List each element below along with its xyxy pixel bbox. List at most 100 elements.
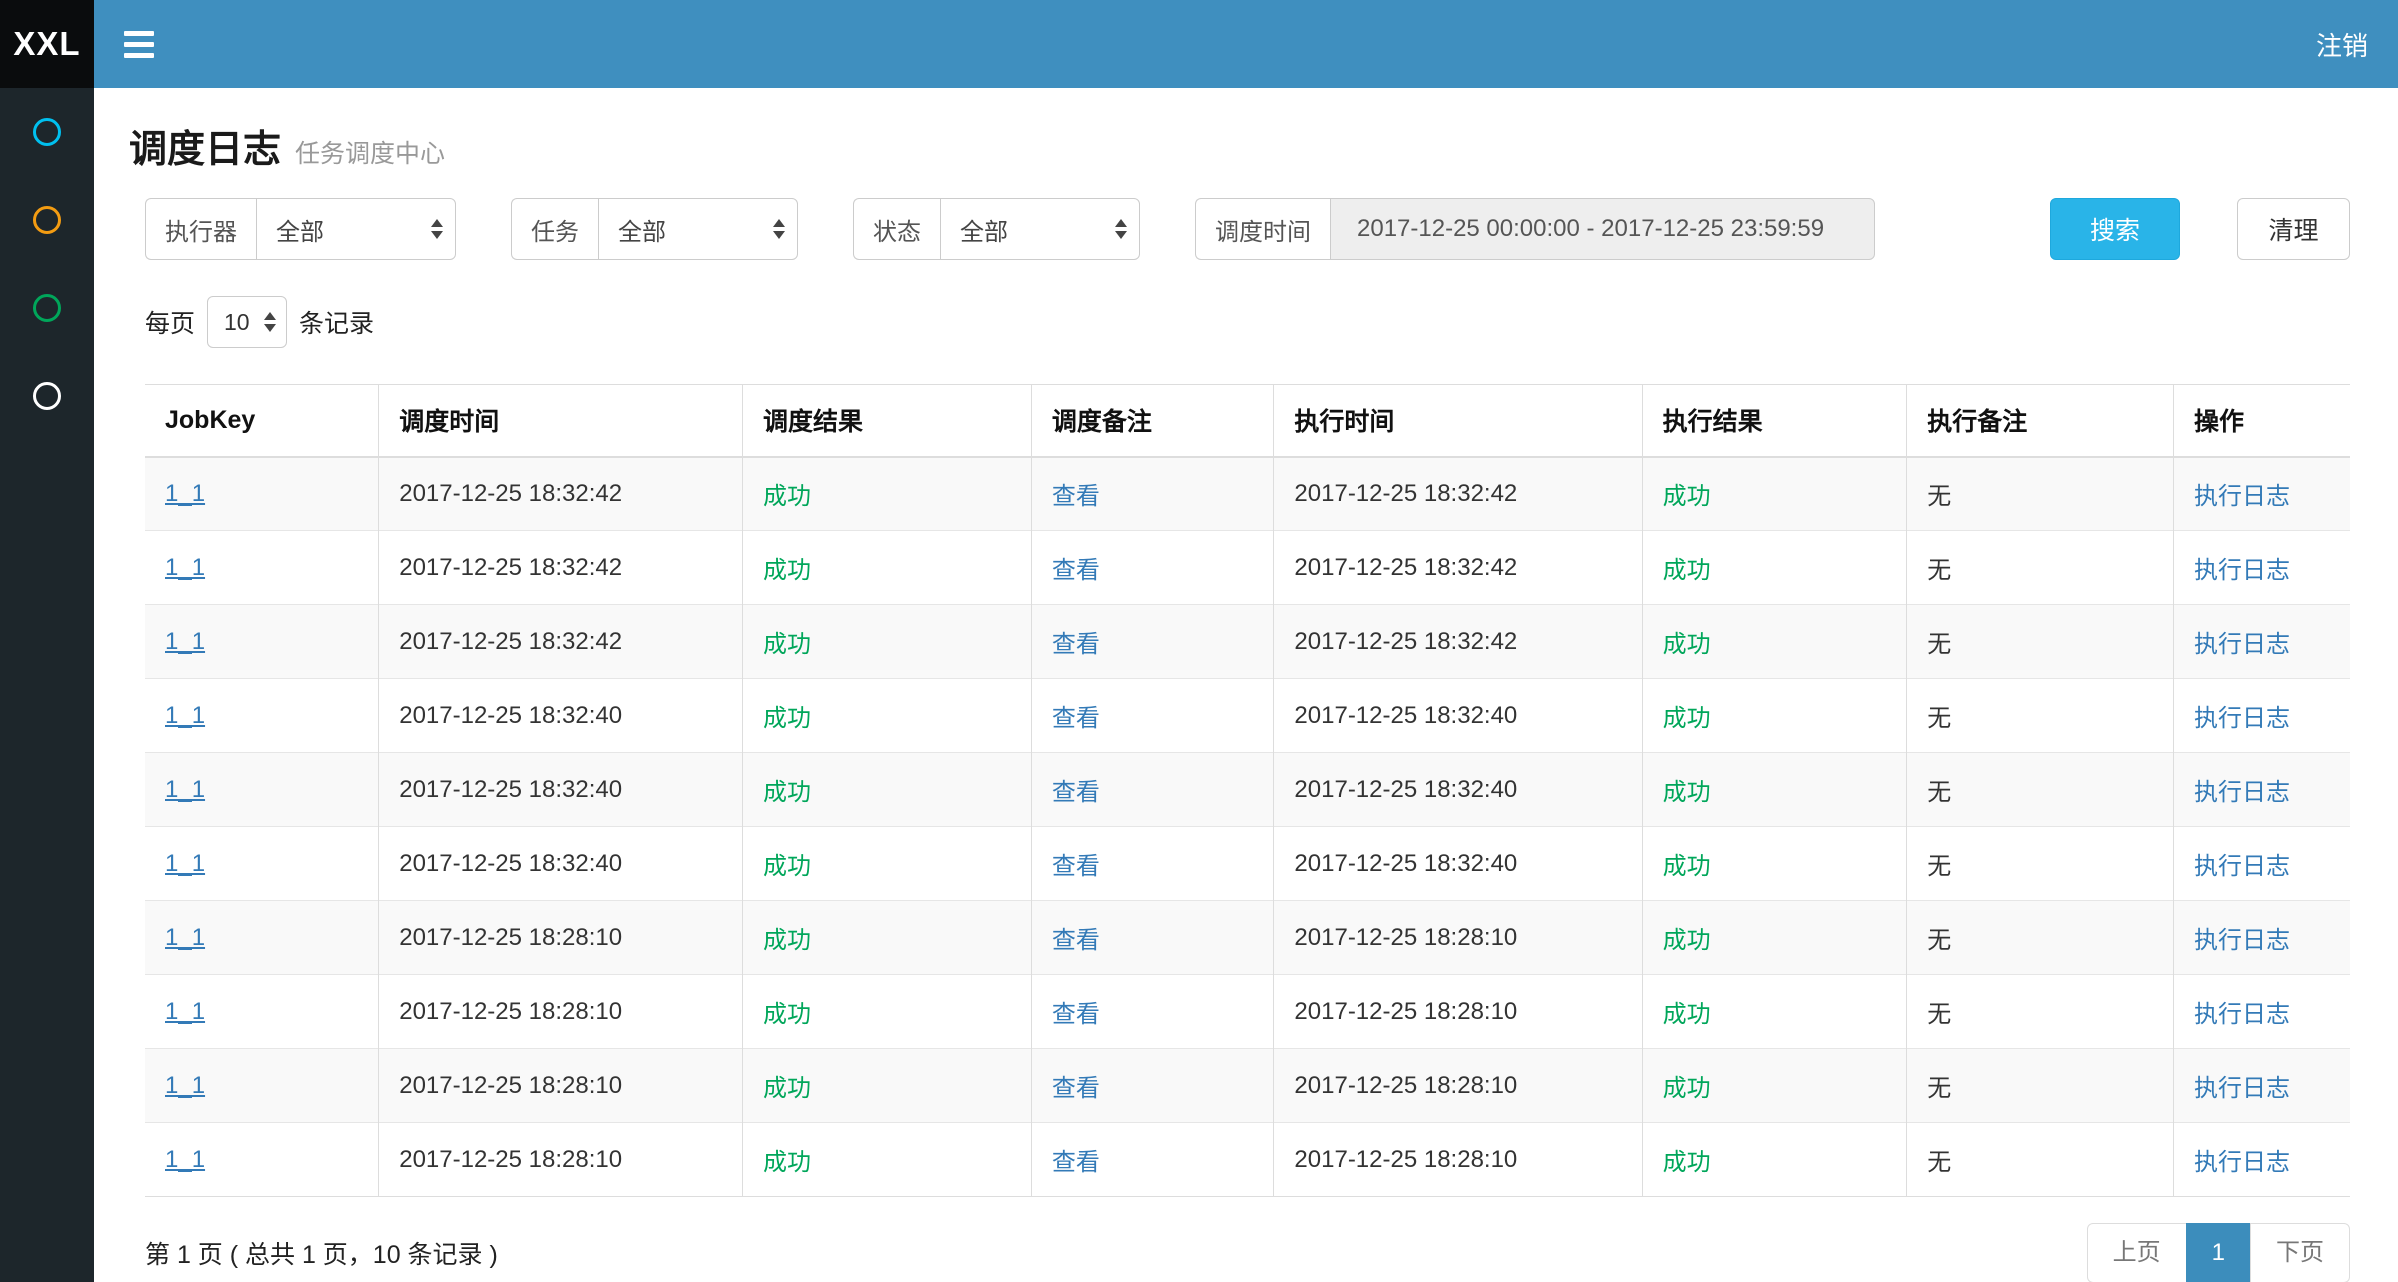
- exec-log-link[interactable]: 执行日志: [2194, 483, 2290, 510]
- jobkey-link[interactable]: 1_1: [165, 998, 205, 1025]
- handle-result-cell: 成功: [1642, 1123, 1907, 1197]
- col-trigger-msg: 调度备注: [1031, 385, 1274, 457]
- jobkey-link[interactable]: 1_1: [165, 1072, 205, 1099]
- trigger-msg-link[interactable]: 查看: [1052, 779, 1100, 806]
- trigger-time-cell: 2017-12-25 18:32:42: [379, 457, 743, 531]
- page-1-button[interactable]: 1: [2186, 1223, 2251, 1282]
- jobkey-link[interactable]: 1_1: [165, 554, 205, 581]
- table-footer: 第 1 页 ( 总共 1 页，10 条记录 ) 上页 1 下页: [145, 1223, 2350, 1282]
- handle-msg-cell: 无: [1907, 1049, 2174, 1123]
- trigger-time-cell: 2017-12-25 18:32:42: [379, 531, 743, 605]
- page-summary: 第 1 页 ( 总共 1 页，10 条记录 ): [145, 1235, 498, 1271]
- handle-time-cell: 2017-12-25 18:32:42: [1274, 457, 1642, 531]
- select-stepper-icon: [773, 219, 785, 239]
- search-button[interactable]: 搜索: [2050, 198, 2180, 260]
- handle-time-cell: 2017-12-25 18:28:10: [1274, 901, 1642, 975]
- col-trigger-time: 调度时间: [379, 385, 743, 457]
- jobkey-link[interactable]: 1_1: [165, 850, 205, 877]
- col-action: 操作: [2174, 385, 2350, 457]
- jobkey-link[interactable]: 1_1: [165, 1146, 205, 1173]
- handle-result-cell: 成功: [1642, 827, 1907, 901]
- sidebar-item-2[interactable]: [0, 176, 94, 264]
- handle-time-cell: 2017-12-25 18:32:42: [1274, 531, 1642, 605]
- exec-log-link[interactable]: 执行日志: [2194, 705, 2290, 732]
- trigger-msg-link[interactable]: 查看: [1052, 631, 1100, 658]
- trigger-msg-link[interactable]: 查看: [1052, 927, 1100, 954]
- exec-log-link[interactable]: 执行日志: [2194, 1001, 2290, 1028]
- sidebar-item-1[interactable]: [0, 88, 94, 176]
- handle-result-cell: 成功: [1642, 975, 1907, 1049]
- prev-page-button[interactable]: 上页: [2087, 1223, 2187, 1282]
- next-page-button[interactable]: 下页: [2250, 1223, 2350, 1282]
- sidebar-toggle-button[interactable]: [94, 0, 184, 88]
- trigger-result-cell: 成功: [743, 1123, 1032, 1197]
- trigger-msg-link[interactable]: 查看: [1052, 705, 1100, 732]
- status-filter: 状态 全部: [853, 198, 1140, 260]
- executor-filter: 执行器 全部: [145, 198, 456, 260]
- exec-log-link[interactable]: 执行日志: [2194, 927, 2290, 954]
- col-handle-time: 执行时间: [1274, 385, 1642, 457]
- jobkey-link[interactable]: 1_1: [165, 702, 205, 729]
- exec-log-link[interactable]: 执行日志: [2194, 1149, 2290, 1176]
- select-stepper-icon: [264, 312, 276, 332]
- sidebar: [0, 88, 94, 1282]
- handle-time-cell: 2017-12-25 18:32:42: [1274, 605, 1642, 679]
- trigger-msg-link[interactable]: 查看: [1052, 557, 1100, 584]
- trigger-time-cell: 2017-12-25 18:32:40: [379, 827, 743, 901]
- select-stepper-icon: [431, 219, 443, 239]
- status-select[interactable]: 全部: [940, 198, 1140, 260]
- pagination: 上页 1 下页: [2087, 1223, 2350, 1282]
- job-filter-label: 任务: [511, 198, 598, 260]
- trigger-msg-link[interactable]: 查看: [1052, 1149, 1100, 1176]
- trigger-time-cell: 2017-12-25 18:28:10: [379, 1123, 743, 1197]
- select-stepper-icon: [1115, 219, 1127, 239]
- handle-time-cell: 2017-12-25 18:32:40: [1274, 827, 1642, 901]
- trigger-result-cell: 成功: [743, 975, 1032, 1049]
- trigger-msg-link[interactable]: 查看: [1052, 483, 1100, 510]
- clear-button[interactable]: 清理: [2237, 198, 2350, 260]
- sidebar-item-4[interactable]: [0, 352, 94, 440]
- exec-log-link[interactable]: 执行日志: [2194, 557, 2290, 584]
- exec-log-link[interactable]: 执行日志: [2194, 1075, 2290, 1102]
- content-area: 调度日志任务调度中心 执行器 全部 任务 全部 状态: [94, 0, 2398, 1282]
- page-size-select[interactable]: 10: [207, 296, 287, 348]
- logout-button[interactable]: 注销: [2286, 0, 2398, 88]
- app-logo[interactable]: XXL: [0, 0, 94, 88]
- trigger-result-cell: 成功: [743, 753, 1032, 827]
- time-range-input[interactable]: 2017-12-25 00:00:00 - 2017-12-25 23:59:5…: [1330, 198, 1875, 260]
- table-row: 1_12017-12-25 18:32:42成功查看2017-12-25 18:…: [145, 457, 2350, 531]
- trigger-time-cell: 2017-12-25 18:32:40: [379, 753, 743, 827]
- jobkey-link[interactable]: 1_1: [165, 628, 205, 655]
- page-title: 调度日志: [129, 129, 281, 171]
- exec-log-link[interactable]: 执行日志: [2194, 853, 2290, 880]
- handle-result-cell: 成功: [1642, 457, 1907, 531]
- executor-select[interactable]: 全部: [256, 198, 456, 260]
- exec-log-link[interactable]: 执行日志: [2194, 631, 2290, 658]
- jobkey-link[interactable]: 1_1: [165, 480, 205, 507]
- jobkey-link[interactable]: 1_1: [165, 776, 205, 803]
- page-size-suffix-label: 条记录: [299, 304, 374, 340]
- table-row: 1_12017-12-25 18:32:42成功查看2017-12-25 18:…: [145, 531, 2350, 605]
- table-row: 1_12017-12-25 18:28:10成功查看2017-12-25 18:…: [145, 901, 2350, 975]
- trigger-msg-link[interactable]: 查看: [1052, 853, 1100, 880]
- handle-result-cell: 成功: [1642, 531, 1907, 605]
- trigger-result-cell: 成功: [743, 605, 1032, 679]
- trigger-msg-link[interactable]: 查看: [1052, 1001, 1100, 1028]
- trigger-msg-link[interactable]: 查看: [1052, 1075, 1100, 1102]
- trigger-time-cell: 2017-12-25 18:28:10: [379, 975, 743, 1049]
- table-row: 1_12017-12-25 18:32:40成功查看2017-12-25 18:…: [145, 827, 2350, 901]
- job-select[interactable]: 全部: [598, 198, 798, 260]
- trigger-result-cell: 成功: [743, 457, 1032, 531]
- table-header-row: JobKey 调度时间 调度结果 调度备注 执行时间 执行结果 执行备注 操作: [145, 385, 2350, 457]
- jobkey-link[interactable]: 1_1: [165, 924, 205, 951]
- handle-time-cell: 2017-12-25 18:32:40: [1274, 679, 1642, 753]
- table-row: 1_12017-12-25 18:32:42成功查看2017-12-25 18:…: [145, 605, 2350, 679]
- sidebar-item-3[interactable]: [0, 264, 94, 352]
- handle-msg-cell: 无: [1907, 605, 2174, 679]
- executor-filter-label: 执行器: [145, 198, 256, 260]
- trigger-time-cell: 2017-12-25 18:32:42: [379, 605, 743, 679]
- time-range-filter: 调度时间 2017-12-25 00:00:00 - 2017-12-25 23…: [1195, 198, 1875, 260]
- handle-msg-cell: 无: [1907, 1123, 2174, 1197]
- handle-result-cell: 成功: [1642, 679, 1907, 753]
- exec-log-link[interactable]: 执行日志: [2194, 779, 2290, 806]
